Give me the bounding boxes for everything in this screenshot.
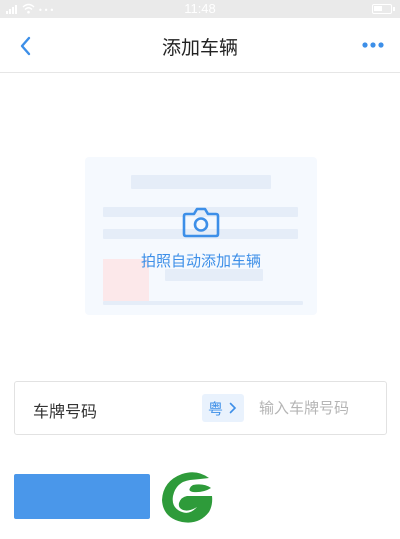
submit-button[interactable] (14, 474, 150, 519)
plate-number-row: 车牌号码 粤 (14, 381, 387, 435)
photo-add-card[interactable]: 拍照自动添加车辆 (85, 157, 317, 315)
page-title: 添加车辆 (161, 37, 238, 59)
province-select[interactable]: 粤 (202, 394, 244, 422)
status-bar: ••• 11:48 (0, 0, 400, 18)
leaf-logo-icon (162, 472, 213, 523)
more-horizontal-icon (362, 42, 384, 48)
placeholder-bar (103, 301, 303, 305)
chevron-right-icon (229, 402, 237, 414)
placeholder-bar (131, 175, 271, 189)
status-time: 11:48 (184, 1, 216, 16)
battery-icon (372, 4, 395, 14)
more-button[interactable] (360, 32, 390, 60)
photo-add-label: 拍照自动添加车辆 (140, 252, 261, 270)
province-value: 粤 (208, 400, 224, 418)
camera-icon (182, 207, 220, 238)
nav-bar: 添加车辆 (0, 18, 400, 73)
plate-number-input[interactable] (259, 393, 379, 423)
plate-number-label: 车牌号码 (33, 402, 98, 421)
